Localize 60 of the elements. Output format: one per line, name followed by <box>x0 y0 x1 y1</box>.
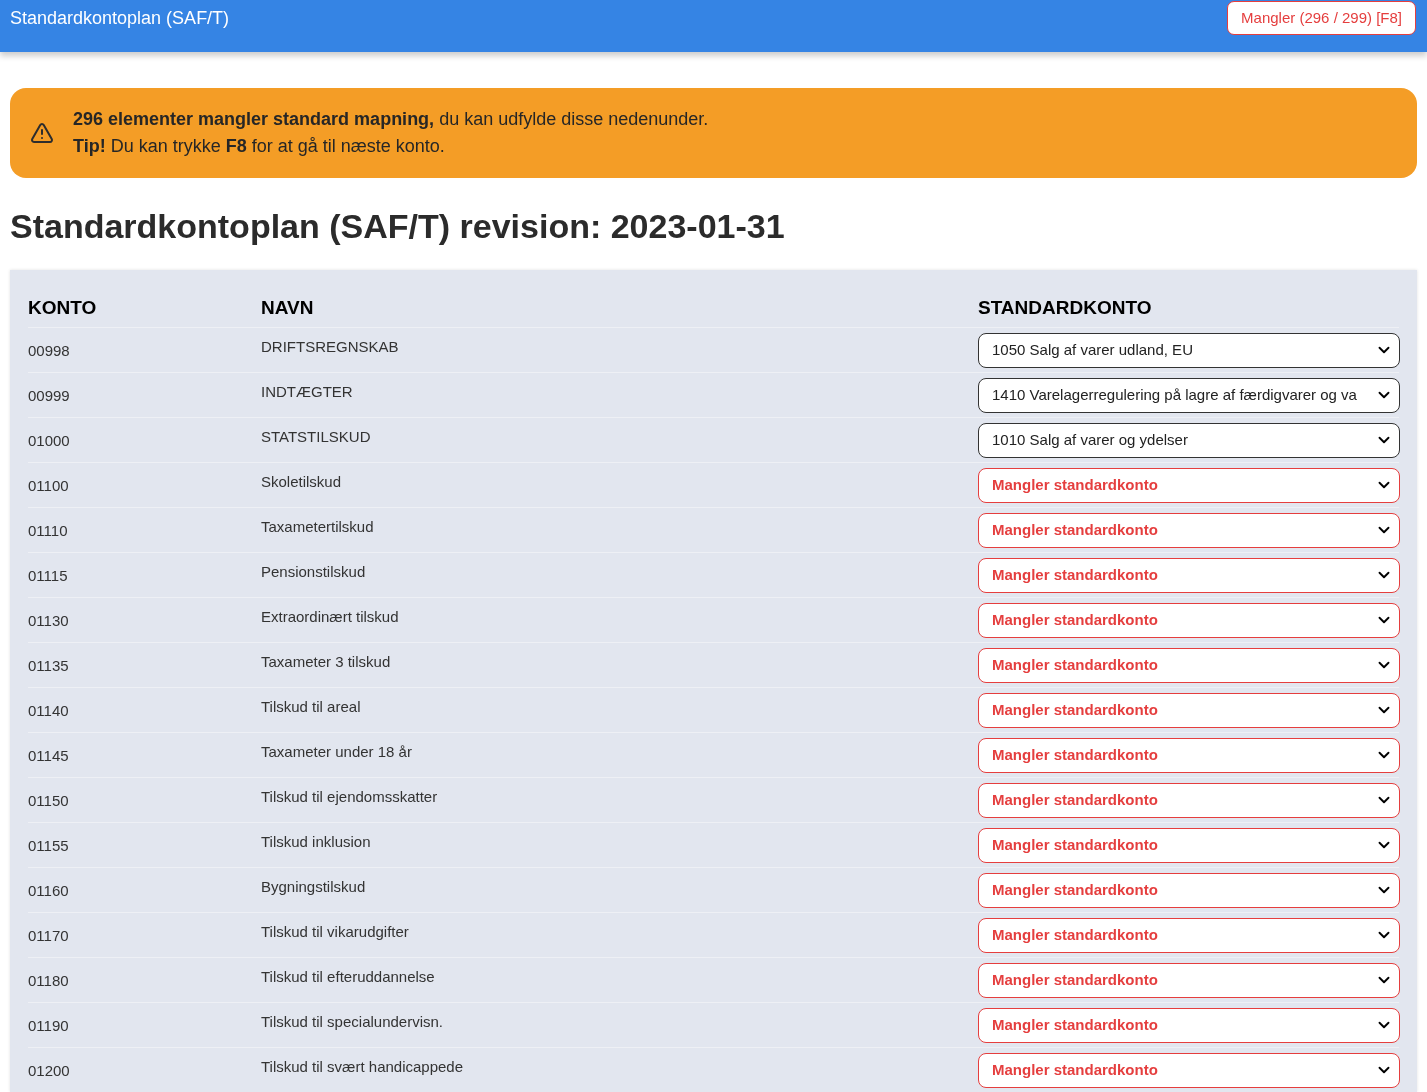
table-cell: DRIFTSREGNSKAB <box>261 338 399 355</box>
table-cell: 01180 <box>28 971 69 990</box>
table-cell: Bygningstilskud <box>261 878 366 895</box>
standardkonto-select[interactable]: Mangler standardkonto <box>978 1052 1400 1088</box>
warning-icon <box>30 121 54 145</box>
table-cell: INDTÆGTER <box>261 383 353 400</box>
table-cell: Extraordinært tilskud <box>261 608 399 625</box>
table-cell: Tilskud til specialundervisn. <box>261 1013 444 1030</box>
table-cell: Tilskud til efteruddannelse <box>261 968 435 985</box>
warning-text: 296 elementer mangler standard mapning, du kan udfylde disse nedenunder. <box>73 108 709 131</box>
table-cell: Taxametertilskud <box>261 518 374 535</box>
standardkonto-select[interactable]: 1410 Varelagerregulering på lagre af færdigvarer og va <box>978 377 1400 413</box>
table-cell: Taxameter 3 tilskud <box>261 653 391 670</box>
table-cell: 01150 <box>28 791 69 810</box>
table-cell: Taxameter under 18 år <box>261 743 412 760</box>
page-heading: Standardkontoplan (SAF/T) revision: 2023-01-31 <box>10 206 786 247</box>
standardkonto-select[interactable]: 1050 Salg af varer udland, EU <box>978 332 1400 368</box>
standardkonto-select[interactable]: Mangler standardkonto <box>978 1007 1400 1043</box>
column-header: KONTO <box>28 297 98 319</box>
table-cell: 01130 <box>28 611 69 630</box>
table-cell: Skoletilskud <box>261 473 342 490</box>
table-cell: Tilskud til svært handicappede <box>261 1058 464 1075</box>
table-cell: 01200 <box>28 1061 70 1080</box>
standardkonto-select[interactable]: Mangler standardkonto <box>978 647 1400 683</box>
table-cell: 01110 <box>28 521 68 540</box>
table-cell: 00998 <box>28 341 70 360</box>
table-cell: 01160 <box>28 881 69 900</box>
standardkonto-select[interactable]: 1010 Salg af varer og ydelser <box>978 422 1400 458</box>
standardkonto-select[interactable]: Mangler standardkonto <box>978 692 1400 728</box>
table-cell: Tilskud inklusion <box>261 833 371 850</box>
app-title: Standardkontoplan (SAF/T) <box>10 7 230 29</box>
table-cell: Tilskud til areal <box>261 698 361 715</box>
standardkonto-select[interactable]: Mangler standardkonto <box>978 557 1400 593</box>
table-cell: Pensionstilskud <box>261 563 366 580</box>
table-cell: 01115 <box>28 566 68 585</box>
standardkonto-select[interactable]: Mangler standardkonto <box>978 917 1400 953</box>
table-cell: Tilskud til vikarudgifter <box>261 923 409 940</box>
table-cell: 01135 <box>28 656 69 675</box>
table-cell: 01190 <box>28 1016 69 1035</box>
standardkonto-select[interactable]: Mangler standardkonto <box>978 782 1400 818</box>
table-cell: 00999 <box>28 386 70 405</box>
standardkonto-select[interactable]: Mangler standardkonto <box>978 602 1400 638</box>
table-cell: STATSTILSKUD <box>261 428 371 445</box>
table-cell: 01145 <box>28 746 69 765</box>
standardkonto-select[interactable]: Mangler standardkonto <box>978 962 1400 998</box>
table-cell: Tilskud til ejendomsskatter <box>261 788 438 805</box>
standardkonto-select[interactable]: Mangler standardkonto <box>978 827 1400 863</box>
table-cell: 01100 <box>28 476 69 495</box>
table-cell: 01155 <box>28 836 69 855</box>
column-header: NAVN <box>261 297 315 319</box>
standardkonto-select[interactable]: Mangler standardkonto <box>978 512 1400 548</box>
standardkonto-select[interactable]: Mangler standardkonto <box>978 872 1400 908</box>
column-header: STANDARDKONTO <box>978 297 1153 319</box>
table-cell: 01170 <box>28 926 69 945</box>
standardkonto-select[interactable]: Mangler standardkonto <box>978 467 1400 503</box>
table-cell: 01000 <box>28 431 70 450</box>
table-cell: 01140 <box>28 701 69 720</box>
missing-accounts-button[interactable]: Mangler (296 / 299) [F8] <box>1227 1 1416 35</box>
warning-text: Tip! Du kan trykke F8 for at gå til næste konto. <box>73 135 446 158</box>
standardkonto-select[interactable]: Mangler standardkonto <box>978 737 1400 773</box>
